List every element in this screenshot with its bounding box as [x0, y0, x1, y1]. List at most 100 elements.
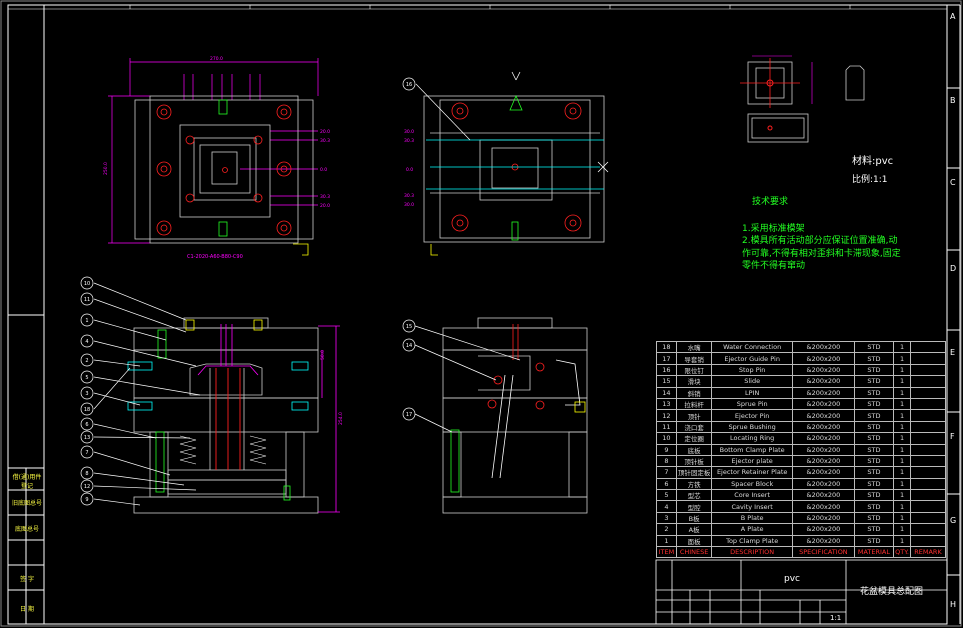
bom-cell-en: Slide — [711, 375, 793, 388]
bom-cell-qty: 1 — [893, 500, 911, 513]
bom-row: 7 顶针固定板 Ejector Retainer Plate &200x200 STD 1 — [656, 466, 947, 479]
svg-text:30.0: 30.0 — [404, 202, 414, 208]
bom-cell-no: 1 — [656, 534, 677, 548]
balloon-18: 18 — [84, 407, 90, 413]
bom-cell-mat: STD — [853, 409, 895, 422]
row-letter-c: C — [950, 178, 956, 187]
bom-cell-qty: 1 — [893, 420, 911, 434]
title-material: pvc — [784, 574, 800, 584]
bom-cell-spec: &200x200 — [791, 340, 855, 354]
bom-cell-no: 16 — [656, 363, 677, 377]
bom-row: 13 拉料杆 Sprue Pin &200x200 STD 1 — [656, 397, 947, 411]
plan-view-right: 30.0 30.3 0.0 30.3 30.0 — [404, 71, 609, 256]
bom-header-cell: MATERIAL — [853, 546, 895, 559]
bom-cell-mat: STD — [853, 340, 895, 354]
bom-cell-en: Top Clamp Plate — [711, 534, 793, 548]
bom-cell-remark — [909, 352, 947, 365]
bom-cell-qty: 1 — [893, 352, 911, 365]
bom-row: 3 B板 B Plate &200x200 STD 1 — [656, 511, 947, 525]
bom-row: 15 滑块 Slide &200x200 STD 1 — [656, 375, 947, 388]
bom-cell-cn: 限位钉 — [675, 363, 713, 377]
tech-title: 技术要求 — [752, 197, 789, 207]
bom-cell-mat: STD — [853, 534, 895, 548]
bom-cell-cn: 定位圈 — [675, 432, 713, 445]
row-letter-f: F — [950, 432, 955, 441]
bom-cell-qty: 1 — [893, 477, 911, 491]
balloon-6: 6 — [85, 422, 88, 428]
row-letter-h: H — [950, 600, 957, 609]
bom-cell-cn: 滑块 — [675, 375, 713, 388]
bom-cell-qty: 1 — [893, 489, 911, 502]
bom-cell-no: 10 — [656, 432, 677, 445]
bom-cell-no: 18 — [656, 340, 677, 354]
bom-row: 6 方铁 Spacer Block &200x200 STD 1 — [656, 477, 947, 491]
bill-of-materials: 18 水嘴 Water Connection &200x200 STD 1 17 导套销 Eje… — [656, 340, 947, 559]
scale-label: 比例:1:1 — [852, 175, 888, 185]
balloon-11: 11 — [84, 297, 90, 303]
balloon-14: 14 — [406, 343, 412, 349]
svg-text:50.0: 50.0 — [320, 350, 326, 360]
bom-cell-remark — [909, 454, 947, 468]
bom-cell-spec: &200x200 — [791, 432, 855, 445]
bom-cell-mat: STD — [853, 489, 895, 502]
bom-cell-qty: 1 — [893, 511, 911, 525]
bom-cell-cn: 型腔 — [675, 500, 713, 513]
tech-requirements: 技术要求 1.采用标准模架 2.模具所有活动部分应保证位置准确,动作可靠,不得有… — [742, 196, 902, 273]
part-detail — [740, 55, 865, 143]
bom-cell-spec: &200x200 — [791, 363, 855, 377]
bom-cell-qty: 1 — [893, 432, 911, 445]
bom-cell-cn: 型芯 — [675, 489, 713, 502]
bom-cell-en: Spacer Block — [711, 477, 793, 491]
row-letter-g: G — [950, 516, 957, 525]
bom-cell-cn: 导套销 — [675, 352, 713, 365]
balloon-1: 1 — [85, 318, 88, 324]
balloon-5: 5 — [85, 375, 88, 381]
bom-cell-cn: 底板 — [675, 443, 713, 456]
bom-cell-no: 14 — [656, 386, 677, 399]
bom-cell-remark — [909, 466, 947, 479]
bom-cell-cn: 水嘴 — [675, 340, 713, 354]
balloon-13: 13 — [84, 435, 90, 441]
row-letter-e: E — [950, 348, 956, 357]
bom-cell-cn: 面板 — [675, 534, 713, 548]
bom-cell-mat: STD — [853, 477, 895, 491]
bom-cell-remark — [909, 432, 947, 445]
bom-cell-remark — [909, 386, 947, 399]
bom-cell-en: Ejector Guide Pin — [711, 352, 793, 365]
bom-cell-mat: STD — [853, 500, 895, 513]
balloon-17: 17 — [406, 412, 412, 418]
bom-cell-mat: STD — [853, 397, 895, 411]
bom-cell-no: 17 — [656, 352, 677, 365]
balloon-16: 16 — [406, 82, 412, 88]
bom-cell-cn: 拉料杆 — [675, 397, 713, 411]
bom-cell-no: 8 — [656, 454, 677, 468]
bom-cell-spec: &200x200 — [791, 454, 855, 468]
bom-cell-remark — [909, 420, 947, 434]
bom-cell-remark — [909, 500, 947, 513]
balloon-7: 7 — [85, 450, 88, 456]
bom-cell-qty: 1 — [893, 534, 911, 548]
bom-cell-qty: 1 — [893, 397, 911, 411]
bom-cell-en: Bottom Clamp Plate — [711, 443, 793, 456]
row-letter-a: A — [950, 12, 956, 21]
bom-cell-qty: 1 — [893, 466, 911, 479]
bom-cell-mat: STD — [853, 454, 895, 468]
svg-text:0.0: 0.0 — [406, 167, 413, 173]
bom-cell-no: 12 — [656, 409, 677, 422]
bom-row: 18 水嘴 Water Connection &200x200 STD 1 — [656, 340, 947, 354]
left-label-3: 底图总号 — [14, 526, 39, 533]
bom-cell-en: Ejector plate — [711, 454, 793, 468]
section-label: C1-2020-A60-B80-C90 — [187, 254, 243, 260]
bom-cell-cn: 方铁 — [675, 477, 713, 491]
bom-cell-spec: &200x200 — [791, 534, 855, 548]
tech-item-2: 2.模具所有活动部分应保证位置准确,动作可靠,不得有相对歪斜和卡滞现象,固定零件… — [742, 236, 901, 271]
svg-text:270.0: 270.0 — [210, 56, 223, 62]
bom-cell-remark — [909, 363, 947, 377]
bom-row: 10 定位圈 Locating Ring &200x200 STD 1 — [656, 432, 947, 445]
bom-cell-mat: STD — [853, 363, 895, 377]
bom-cell-mat: STD — [853, 432, 895, 445]
svg-text:30.3: 30.3 — [320, 194, 330, 200]
svg-text:30.3: 30.3 — [404, 193, 414, 199]
bom-cell-en: Sprue Pin — [711, 397, 793, 411]
svg-text:20.0: 20.0 — [320, 203, 330, 209]
